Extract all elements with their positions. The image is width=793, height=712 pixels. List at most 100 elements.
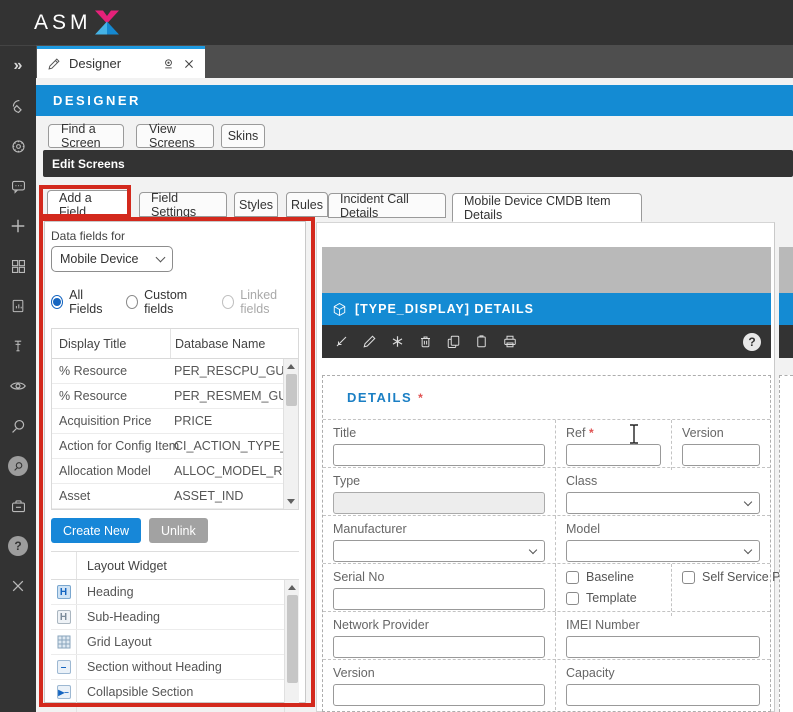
- title-field-cell[interactable]: Title: [323, 420, 555, 470]
- table-row[interactable]: AssetASSET_IND: [52, 484, 285, 509]
- ref-input[interactable]: [566, 444, 661, 466]
- tab-field-settings[interactable]: Field Settings: [139, 192, 227, 217]
- title-input[interactable]: [333, 444, 545, 466]
- report-icon[interactable]: [0, 286, 36, 326]
- version-field-cell[interactable]: Version: [671, 420, 770, 470]
- tab-incident-call-details[interactable]: Incident Call Details: [328, 193, 446, 218]
- network-provider-input[interactable]: [333, 636, 545, 658]
- model-label: Model: [566, 522, 760, 536]
- class-label: Class: [566, 474, 760, 488]
- all-fields-radio[interactable]: [51, 295, 63, 309]
- asterisk-icon[interactable]: [390, 334, 405, 349]
- delete-icon[interactable]: [418, 334, 433, 349]
- asm-logo-text: ASM: [34, 11, 92, 35]
- list-item[interactable]: HTML editor: [51, 705, 284, 712]
- close-tab-icon[interactable]: [183, 58, 195, 70]
- pin-tab-icon[interactable]: [162, 57, 175, 71]
- version2-field-cell[interactable]: Version: [323, 660, 555, 710]
- table-row[interactable]: Allocation ModelALLOC_MODEL_REF: [52, 459, 285, 484]
- paste-icon[interactable]: [474, 334, 489, 349]
- self-service-portal-checkbox[interactable]: [682, 571, 695, 584]
- table-row[interactable]: % ResourcePER_RESCPU_GUARAN: [52, 359, 285, 384]
- app-sidebar: » ?: [0, 45, 36, 712]
- network-provider-field-cell[interactable]: Network Provider: [323, 612, 555, 662]
- collapse-icon[interactable]: [334, 334, 349, 349]
- widget-table-scrollbar[interactable]: [284, 580, 299, 712]
- fields-table-scrollbar[interactable]: [283, 359, 298, 509]
- list-item[interactable]: ▶– Collapsible Section: [51, 680, 284, 705]
- scroll-up-arrow[interactable]: [288, 585, 296, 590]
- edit-icon[interactable]: [362, 334, 377, 349]
- baseline-checkbox[interactable]: [566, 571, 579, 584]
- version2-input[interactable]: [333, 684, 545, 706]
- self-service-portal-checkbox-row[interactable]: Self Service Portal: [682, 570, 793, 584]
- model-select[interactable]: [566, 540, 760, 562]
- eye-icon[interactable]: [0, 366, 36, 406]
- phone-icon[interactable]: [0, 86, 36, 126]
- list-item[interactable]: H Sub-Heading: [51, 605, 284, 630]
- briefcase-icon[interactable]: [0, 486, 36, 526]
- user-search-icon[interactable]: [0, 446, 36, 486]
- copy-icon[interactable]: [446, 334, 461, 349]
- table-row[interactable]: Action for Config ItemCI_ACTION_TYPE_REF: [52, 434, 285, 459]
- serial-no-label: Serial No: [333, 570, 545, 584]
- tab-styles[interactable]: Styles: [234, 192, 278, 217]
- layout-widget-column-header[interactable]: Layout Widget: [77, 559, 167, 573]
- display-title-column-header[interactable]: Display Title: [52, 337, 170, 351]
- close-icon[interactable]: [0, 566, 36, 606]
- manufacturer-select[interactable]: [333, 540, 545, 562]
- help-icon[interactable]: ?: [743, 333, 761, 351]
- list-item[interactable]: H Heading: [51, 580, 284, 605]
- version-input[interactable]: [682, 444, 760, 466]
- tab-skins[interactable]: Skins: [221, 124, 265, 148]
- chat-icon[interactable]: [0, 166, 36, 206]
- scrollbar-thumb[interactable]: [287, 595, 298, 683]
- ref-field-cell[interactable]: Ref *: [555, 420, 671, 470]
- template-checkbox[interactable]: [566, 592, 579, 605]
- unlink-button[interactable]: Unlink: [149, 518, 208, 543]
- tab-add-a-field[interactable]: Add a Field: [47, 190, 131, 219]
- create-new-button[interactable]: Create New: [51, 518, 141, 543]
- custom-fields-label: Custom fields: [144, 288, 208, 316]
- manufacturer-field-cell[interactable]: Manufacturer: [323, 516, 555, 566]
- model-field-cell[interactable]: Model: [555, 516, 770, 566]
- details-section-heading[interactable]: DETAILS *: [323, 376, 770, 420]
- double-chevron-icon[interactable]: »: [0, 46, 36, 86]
- class-select[interactable]: [566, 492, 760, 514]
- scroll-up-arrow[interactable]: [287, 364, 295, 369]
- list-item[interactable]: Grid Layout: [51, 630, 284, 655]
- capacity-input[interactable]: [566, 684, 760, 706]
- scroll-down-arrow[interactable]: [287, 499, 295, 504]
- class-field-cell[interactable]: Class: [555, 468, 770, 518]
- serial-no-field-cell[interactable]: Serial No: [323, 564, 555, 616]
- baseline-checkbox-row[interactable]: Baseline: [566, 570, 661, 584]
- grid-icon[interactable]: [0, 246, 36, 286]
- tab-rules[interactable]: Rules: [286, 192, 328, 217]
- tab-find-a-screen[interactable]: Find a Screen: [48, 124, 124, 148]
- tab-mobile-device-cmdb-item-details[interactable]: Mobile Device CMDB Item Details: [452, 193, 642, 222]
- capacity-field-cell[interactable]: Capacity: [555, 660, 770, 710]
- help-icon[interactable]: ?: [0, 526, 36, 566]
- template-checkbox-row[interactable]: Template: [566, 591, 661, 605]
- table-row[interactable]: % ResourcePER_RESMEM_GUARA: [52, 384, 285, 409]
- type-field-cell[interactable]: Type: [323, 468, 555, 518]
- pin-icon[interactable]: [0, 326, 36, 366]
- print-icon[interactable]: [502, 334, 518, 349]
- plus-icon[interactable]: [0, 206, 36, 246]
- scrollbar-thumb[interactable]: [286, 374, 297, 406]
- custom-fields-radio[interactable]: [126, 295, 138, 309]
- entity-select[interactable]: Mobile Device: [51, 246, 173, 272]
- imei-number-label: IMEI Number: [566, 618, 760, 632]
- imei-number-field-cell[interactable]: IMEI Number: [555, 612, 770, 662]
- table-row[interactable]: Acquisition PricePRICE: [52, 409, 285, 434]
- list-item[interactable]: – Section without Heading: [51, 655, 284, 680]
- imei-number-input[interactable]: [566, 636, 760, 658]
- tab-designer[interactable]: Designer: [37, 46, 205, 78]
- search-icon[interactable]: [0, 406, 36, 446]
- serial-no-input[interactable]: [333, 588, 545, 610]
- self-service-portal-cell: Self Service Portal: [671, 564, 793, 616]
- type-display-details-header[interactable]: [TYPE_DISPLAY] DETAILS: [322, 293, 771, 325]
- gear-icon[interactable]: [0, 126, 36, 166]
- tab-view-screens[interactable]: View Screens: [136, 124, 214, 148]
- database-name-column-header[interactable]: Database Name: [170, 329, 298, 358]
